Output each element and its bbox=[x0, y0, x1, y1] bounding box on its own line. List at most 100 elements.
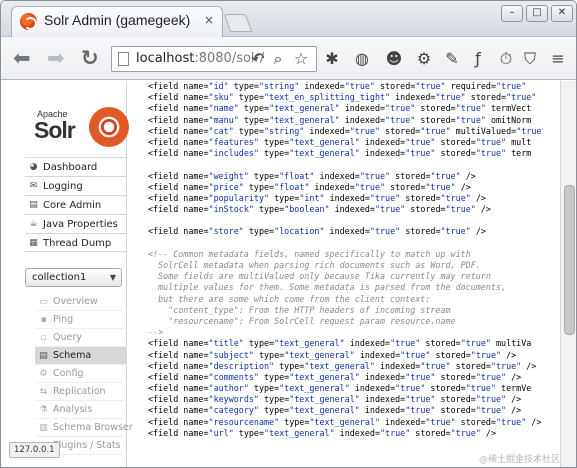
xml-attribute-name: type= bbox=[258, 371, 290, 382]
timer-extension-icon[interactable]: ⏱ bbox=[495, 48, 517, 70]
xml-attribute-name: omitNorm bbox=[485, 114, 532, 125]
xml-attribute-name: stored= bbox=[435, 136, 476, 147]
font-extension-icon[interactable]: ƒ bbox=[467, 48, 489, 70]
xml-comment: <!-- Common metadata fields, named speci… bbox=[148, 248, 471, 259]
undo-icon[interactable]: ↶ bbox=[247, 48, 269, 70]
watermark: @稀土掘金技术社区 bbox=[479, 455, 561, 465]
logo-solr-text: Solr bbox=[34, 117, 76, 143]
xml-attribute-name: name= bbox=[178, 338, 209, 349]
browser-tab[interactable]: Solr Admin (gamegeek) × bbox=[11, 6, 223, 37]
code-line: <field name="features" type="text_genera… bbox=[148, 136, 532, 147]
core-menu-replication[interactable]: ⇆ Replication bbox=[35, 383, 127, 401]
code-line: Some fields are multiValued only because… bbox=[148, 271, 543, 282]
menu-item-logging[interactable]: ✉ Logging bbox=[25, 176, 127, 195]
xml-attribute-value: "true" bbox=[385, 103, 416, 114]
xml-attribute-value: "string" bbox=[258, 81, 300, 91]
xml-attribute-name: type= bbox=[253, 349, 285, 360]
scrollbar-thumb[interactable] bbox=[564, 185, 575, 335]
xml-attribute-name: stored= bbox=[420, 338, 461, 349]
forward-arrow-icon[interactable]: ➡ bbox=[47, 45, 65, 71]
menu-item-java-properties[interactable]: ☕ Java Properties bbox=[25, 214, 127, 233]
vertical-scrollbar[interactable] bbox=[560, 81, 576, 467]
core-menu-config[interactable]: ⚙ Config bbox=[35, 365, 127, 383]
schema-icon: ▤ bbox=[39, 351, 48, 361]
xml-attribute-value: "weight" bbox=[208, 170, 249, 181]
xml-attribute-value: "true" bbox=[385, 114, 416, 125]
xml-attribute-name: stored= bbox=[400, 192, 441, 203]
xml-attribute-name: termVe bbox=[496, 383, 532, 394]
xml-attribute-value: "true" bbox=[495, 416, 527, 427]
xml-attribute-name: stored= bbox=[380, 125, 421, 136]
core-menu: ▭ Overview ▪ Ping ▫ Query ▤ Schema ⚙ Config ⇆… bbox=[35, 293, 133, 455]
xml-attribute-value: "true" bbox=[450, 427, 481, 438]
core-menu-analysis[interactable]: ⚗ Analysis bbox=[35, 401, 127, 419]
back-arrow-icon[interactable]: ⬅ bbox=[13, 45, 31, 71]
menu-icon[interactable]: ≡ bbox=[547, 48, 569, 70]
xml-attribute-name: type= bbox=[248, 383, 280, 394]
core-menu-schema[interactable]: ▤ Schema bbox=[35, 347, 127, 365]
xml-attribute-value: "true" bbox=[390, 338, 421, 349]
xml-attribute-value: "text_general" bbox=[289, 405, 360, 416]
xml-attribute-name: type= bbox=[228, 81, 259, 91]
menu-item-dashboard[interactable]: ◕ Dashboard bbox=[25, 157, 127, 176]
new-tab-button[interactable] bbox=[223, 14, 253, 32]
xml-attribute-name: indexed= bbox=[359, 148, 406, 159]
status-bar: 127.0.0.1 bbox=[9, 442, 60, 458]
xml-attribute-name: name= bbox=[178, 103, 209, 114]
code-line: "content_type": From the HTTP headers of… bbox=[148, 305, 543, 316]
xml-comment: multiple values for them. Some metadata … bbox=[148, 282, 506, 293]
menu-item-core-admin[interactable]: ▤ Core Admin bbox=[25, 195, 127, 214]
xml-attribute-name: stored= bbox=[455, 416, 496, 427]
xml-attribute-value: "true" bbox=[405, 136, 436, 147]
pocket-icon[interactable]: ⛉ bbox=[519, 48, 541, 70]
minimize-button[interactable]: – bbox=[501, 5, 523, 22]
globe-extension-icon[interactable]: ◍ bbox=[351, 48, 373, 70]
code-line: multiple values for them. Some metadata … bbox=[148, 282, 543, 293]
xml-attribute-name: name= bbox=[178, 383, 209, 394]
bookmark-star-icon[interactable]: ☆ bbox=[290, 48, 312, 70]
core-menu-ping[interactable]: ▪ Ping bbox=[35, 311, 127, 329]
xml-attribute-name: type= bbox=[279, 416, 310, 427]
menu-item-thread-dump[interactable]: ▦ Thread Dump bbox=[25, 233, 127, 252]
xml-attribute-name: type= bbox=[243, 226, 275, 237]
close-window-button[interactable]: ✕ bbox=[551, 5, 573, 22]
xml-attribute-value: "true" bbox=[344, 81, 375, 91]
xml-attribute-name: stored= bbox=[374, 81, 416, 91]
reload-icon[interactable]: ↻ bbox=[81, 45, 99, 71]
xml-attribute-name: indexed= bbox=[309, 181, 355, 192]
xml-attribute-value: "id" bbox=[208, 81, 229, 91]
xml-attribute-name: type= bbox=[233, 125, 265, 136]
core-menu-overview[interactable]: ▭ Overview bbox=[35, 293, 127, 311]
xml-attribute-value: "string" bbox=[264, 125, 305, 136]
gear-icon[interactable]: ⚙ bbox=[413, 48, 435, 70]
xml-attribute-name: stored= bbox=[435, 148, 476, 159]
color-picker-icon[interactable]: ✎ bbox=[441, 48, 463, 70]
xml-attribute-name: stored= bbox=[410, 427, 451, 438]
xml-attribute-name: name= bbox=[178, 427, 209, 438]
zoom-icon[interactable]: ⌕ bbox=[267, 48, 289, 70]
xml-attribute-name: multiVa bbox=[490, 338, 532, 349]
xml-attribute-value: "true" bbox=[506, 92, 537, 103]
core-menu-schema-browser[interactable]: ▥ Schema Browser bbox=[35, 419, 133, 437]
xml-attribute-value: "true" bbox=[420, 360, 451, 371]
xml-attribute-value: "author" bbox=[208, 383, 249, 394]
xml-attribute-value: "text_general" bbox=[279, 383, 350, 394]
xml-attribute-value: "resourcename" bbox=[208, 416, 280, 427]
xml-attribute-value: "true" bbox=[369, 192, 401, 203]
xml-attribute-name: type= bbox=[274, 360, 305, 371]
xml-attribute-name: name= bbox=[178, 114, 209, 125]
xml-attribute-name: name= bbox=[178, 136, 209, 147]
xml-attribute-name: type= bbox=[258, 136, 290, 147]
xml-attribute-value: "text_general" bbox=[304, 360, 375, 371]
tab-close-icon[interactable]: × bbox=[204, 13, 214, 27]
xml-attribute-value: "true" bbox=[440, 192, 471, 203]
xml-attribute-value: "true" bbox=[475, 371, 507, 382]
xml-attribute-name: type= bbox=[258, 405, 290, 416]
maximize-button[interactable]: □ bbox=[526, 5, 548, 22]
bug-extension-icon[interactable]: ✱ bbox=[321, 48, 343, 70]
mask-extension-icon[interactable]: ☻ bbox=[383, 48, 405, 70]
core-menu-query[interactable]: ▫ Query bbox=[35, 329, 127, 347]
query-icon: ▫ bbox=[40, 333, 47, 343]
xml-comment: SolrCell metadata when parsing rich docu… bbox=[148, 260, 481, 270]
core-selector[interactable]: collection1 ▼ bbox=[25, 268, 122, 287]
